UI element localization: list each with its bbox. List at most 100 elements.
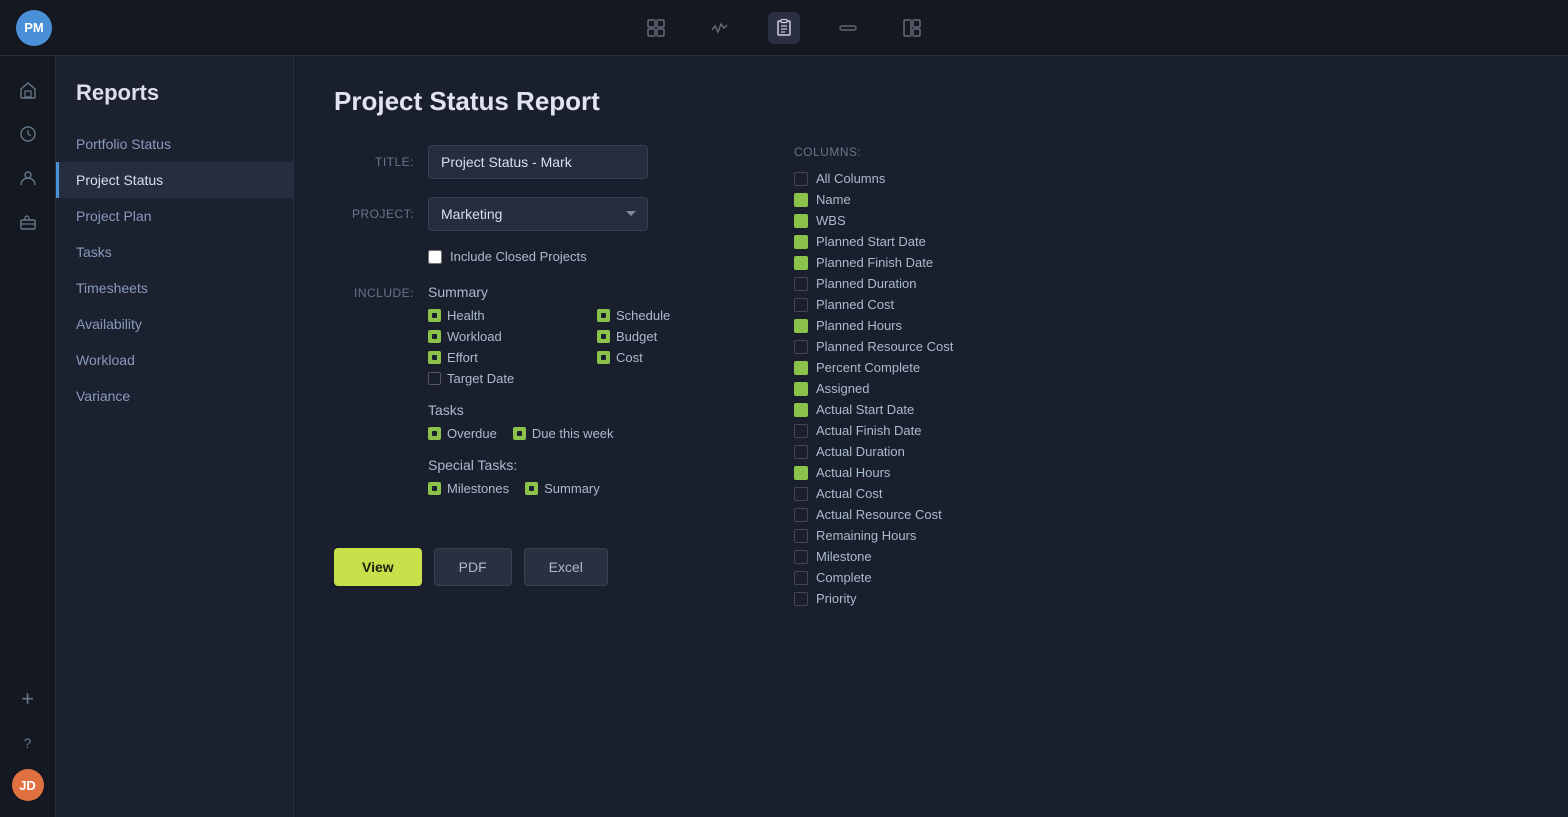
col-label-actual-duration: Actual Duration (816, 444, 905, 459)
layout-icon[interactable] (896, 12, 928, 44)
col-checkbox-actual-resource-cost[interactable] (794, 508, 808, 522)
col-actual-start-date[interactable]: Actual Start Date (794, 402, 1504, 417)
col-priority[interactable]: Priority (794, 591, 1504, 606)
clock-nav[interactable] (10, 116, 46, 152)
col-milestone[interactable]: Milestone (794, 549, 1504, 564)
dueweek-checkbox[interactable] (513, 427, 526, 440)
add-nav[interactable]: + (10, 681, 46, 717)
targetdate-checkbox[interactable] (428, 372, 441, 385)
health-checkbox[interactable] (428, 309, 441, 322)
col-checkbox-actual-hours[interactable] (794, 466, 808, 480)
col-actual-resource-cost[interactable]: Actual Resource Cost (794, 507, 1504, 522)
title-input[interactable] (428, 145, 648, 179)
effort-checkbox[interactable] (428, 351, 441, 364)
col-percent-complete[interactable]: Percent Complete (794, 360, 1504, 375)
col-wbs[interactable]: WBS (794, 213, 1504, 228)
col-complete[interactable]: Complete (794, 570, 1504, 585)
user-avatar[interactable]: JD (12, 769, 44, 801)
col-checkbox-milestone[interactable] (794, 550, 808, 564)
col-planned-finish-date[interactable]: Planned Finish Date (794, 255, 1504, 270)
search-zoom-icon[interactable] (640, 12, 672, 44)
col-checkbox-actual-finish[interactable] (794, 424, 808, 438)
sidebar-item-timesheets[interactable]: Timesheets (56, 270, 293, 306)
col-checkbox-planned-resource-cost[interactable] (794, 340, 808, 354)
cost-checkbox[interactable] (597, 351, 610, 364)
col-checkbox-planned-start[interactable] (794, 235, 808, 249)
col-label-name: Name (816, 192, 851, 207)
schedule-checkbox[interactable] (597, 309, 610, 322)
col-checkbox-planned-duration[interactable] (794, 277, 808, 291)
col-checkbox-all-columns[interactable] (794, 172, 808, 186)
sidebar-item-tasks[interactable]: Tasks (56, 234, 293, 270)
col-all-columns[interactable]: All Columns (794, 171, 1504, 186)
col-checkbox-name[interactable] (794, 193, 808, 207)
columns-scroll[interactable]: All Columns Name WBS (794, 171, 1528, 606)
link-icon[interactable] (832, 12, 864, 44)
clipboard-icon[interactable] (768, 12, 800, 44)
sidebar-item-portfolio-status[interactable]: Portfolio Status (56, 126, 293, 162)
col-actual-finish-date[interactable]: Actual Finish Date (794, 423, 1504, 438)
col-checkbox-complete[interactable] (794, 571, 808, 585)
workload-checkbox[interactable] (428, 330, 441, 343)
col-name[interactable]: Name (794, 192, 1504, 207)
col-checkbox-planned-finish[interactable] (794, 256, 808, 270)
col-checkbox-percent-complete[interactable] (794, 361, 808, 375)
col-checkbox-planned-hours[interactable] (794, 319, 808, 333)
include-section: INCLUDE: Summary Health (334, 284, 754, 512)
title-field-row: TITLE: (334, 145, 754, 179)
overdue-label: Overdue (447, 426, 497, 441)
project-label: PROJECT: (334, 207, 414, 221)
pdf-button[interactable]: PDF (434, 548, 512, 586)
col-remaining-hours[interactable]: Remaining Hours (794, 528, 1504, 543)
col-checkbox-priority[interactable] (794, 592, 808, 606)
col-planned-cost[interactable]: Planned Cost (794, 297, 1504, 312)
sidebar-item-project-status[interactable]: Project Status (56, 162, 293, 198)
sidebar-item-variance[interactable]: Variance (56, 378, 293, 414)
activity-icon[interactable] (704, 12, 736, 44)
col-label-planned-resource-cost: Planned Resource Cost (816, 339, 953, 354)
briefcase-nav[interactable] (10, 204, 46, 240)
col-planned-duration[interactable]: Planned Duration (794, 276, 1504, 291)
help-nav[interactable]: ? (10, 725, 46, 761)
col-actual-hours[interactable]: Actual Hours (794, 465, 1504, 480)
col-label-planned-start: Planned Start Date (816, 234, 926, 249)
col-checkbox-remaining-hours[interactable] (794, 529, 808, 543)
title-label: TITLE: (334, 155, 414, 169)
tasks-dueweek-item: Due this week (513, 426, 614, 441)
tasks-overdue-item: Overdue (428, 426, 497, 441)
project-select[interactable]: Marketing Development Design Sales (428, 197, 648, 231)
sidebar-item-workload[interactable]: Workload (56, 342, 293, 378)
milestones-checkbox[interactable] (428, 482, 441, 495)
targetdate-label: Target Date (447, 371, 514, 386)
col-checkbox-actual-start[interactable] (794, 403, 808, 417)
budget-checkbox[interactable] (597, 330, 610, 343)
users-nav[interactable] (10, 160, 46, 196)
special-summary-checkbox[interactable] (525, 482, 538, 495)
view-button[interactable]: View (334, 548, 422, 586)
special-tasks-title: Special Tasks: (428, 457, 754, 473)
home-nav[interactable] (10, 72, 46, 108)
columns-list: All Columns Name WBS (794, 171, 1512, 606)
topbar: PM (0, 0, 1568, 56)
overdue-checkbox[interactable] (428, 427, 441, 440)
excel-button[interactable]: Excel (524, 548, 608, 586)
col-planned-start-date[interactable]: Planned Start Date (794, 234, 1504, 249)
col-checkbox-actual-duration[interactable] (794, 445, 808, 459)
sidebar-item-project-plan[interactable]: Project Plan (56, 198, 293, 234)
col-label-planned-finish: Planned Finish Date (816, 255, 933, 270)
app-logo[interactable]: PM (16, 10, 52, 46)
icon-nav-bottom: + ? JD (10, 681, 46, 817)
include-closed-checkbox[interactable] (428, 250, 442, 264)
col-actual-duration[interactable]: Actual Duration (794, 444, 1504, 459)
col-planned-resource-cost[interactable]: Planned Resource Cost (794, 339, 1504, 354)
col-planned-hours[interactable]: Planned Hours (794, 318, 1504, 333)
form-left: TITLE: PROJECT: Marketing Development De… (334, 145, 754, 606)
col-checkbox-planned-cost[interactable] (794, 298, 808, 312)
col-label-planned-cost: Planned Cost (816, 297, 894, 312)
col-assigned[interactable]: Assigned (794, 381, 1504, 396)
sidebar-item-availability[interactable]: Availability (56, 306, 293, 342)
col-checkbox-assigned[interactable] (794, 382, 808, 396)
col-checkbox-actual-cost[interactable] (794, 487, 808, 501)
col-actual-cost[interactable]: Actual Cost (794, 486, 1504, 501)
col-checkbox-wbs[interactable] (794, 214, 808, 228)
